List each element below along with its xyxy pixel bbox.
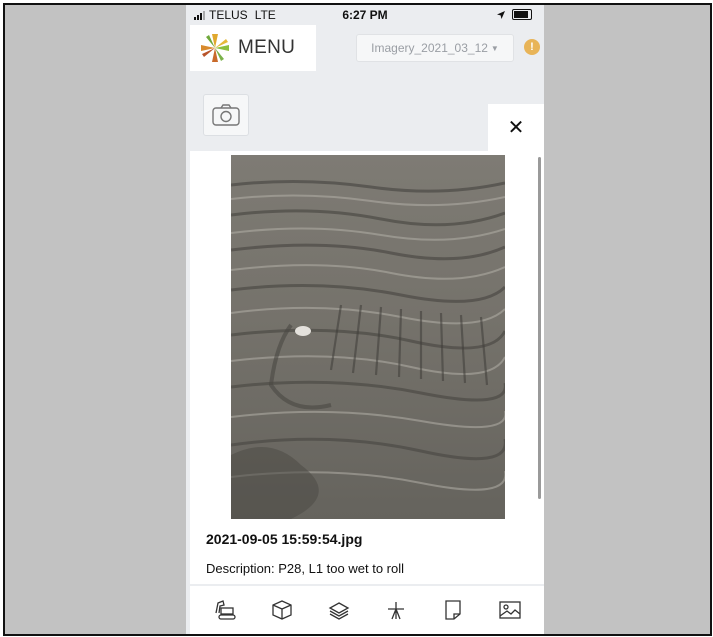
- field-photo[interactable]: [231, 155, 505, 519]
- imagery-select[interactable]: Imagery_2021_03_12 ▼: [356, 34, 514, 62]
- menu-label: MENU: [238, 37, 296, 58]
- location-arrow-icon: [497, 10, 505, 19]
- photo-panel: 2021-09-05 15:59:54.jpg Description: P28…: [190, 151, 544, 584]
- alert-badge[interactable]: !: [524, 39, 540, 55]
- scrollbar[interactable]: [538, 157, 541, 499]
- excavator-icon[interactable]: [210, 595, 240, 625]
- box-icon[interactable]: [267, 595, 297, 625]
- bottom-toolbar: [190, 586, 544, 634]
- logo-icon: [201, 34, 229, 62]
- photo-filename: 2021-09-05 15:59:54.jpg: [206, 531, 363, 547]
- survey-icon[interactable]: [381, 595, 411, 625]
- close-icon[interactable]: ✕: [508, 115, 525, 140]
- status-bar: TELUS LTE 6:27 PM: [186, 5, 544, 25]
- phone-screen: TELUS LTE 6:27 PM MENU Imagery_2021_03_1…: [186, 5, 544, 634]
- battery-icon: [512, 9, 532, 20]
- menu-button[interactable]: MENU: [190, 25, 316, 71]
- close-tab[interactable]: ✕: [488, 104, 544, 151]
- image-icon[interactable]: [495, 595, 525, 625]
- imagery-select-value: Imagery_2021_03_12: [371, 41, 488, 55]
- status-right: [496, 9, 532, 20]
- clock: 6:27 PM: [342, 8, 388, 22]
- camera-icon: [212, 104, 240, 126]
- camera-button[interactable]: [203, 94, 249, 136]
- field-photo-image: [231, 155, 505, 519]
- layers-icon[interactable]: [324, 595, 354, 625]
- note-icon[interactable]: [438, 595, 468, 625]
- photo-description: Description: P28, L1 too wet to roll: [206, 561, 404, 576]
- screenshot-frame: TELUS LTE 6:27 PM MENU Imagery_2021_03_1…: [3, 3, 712, 636]
- chevron-down-icon: ▼: [490, 43, 499, 53]
